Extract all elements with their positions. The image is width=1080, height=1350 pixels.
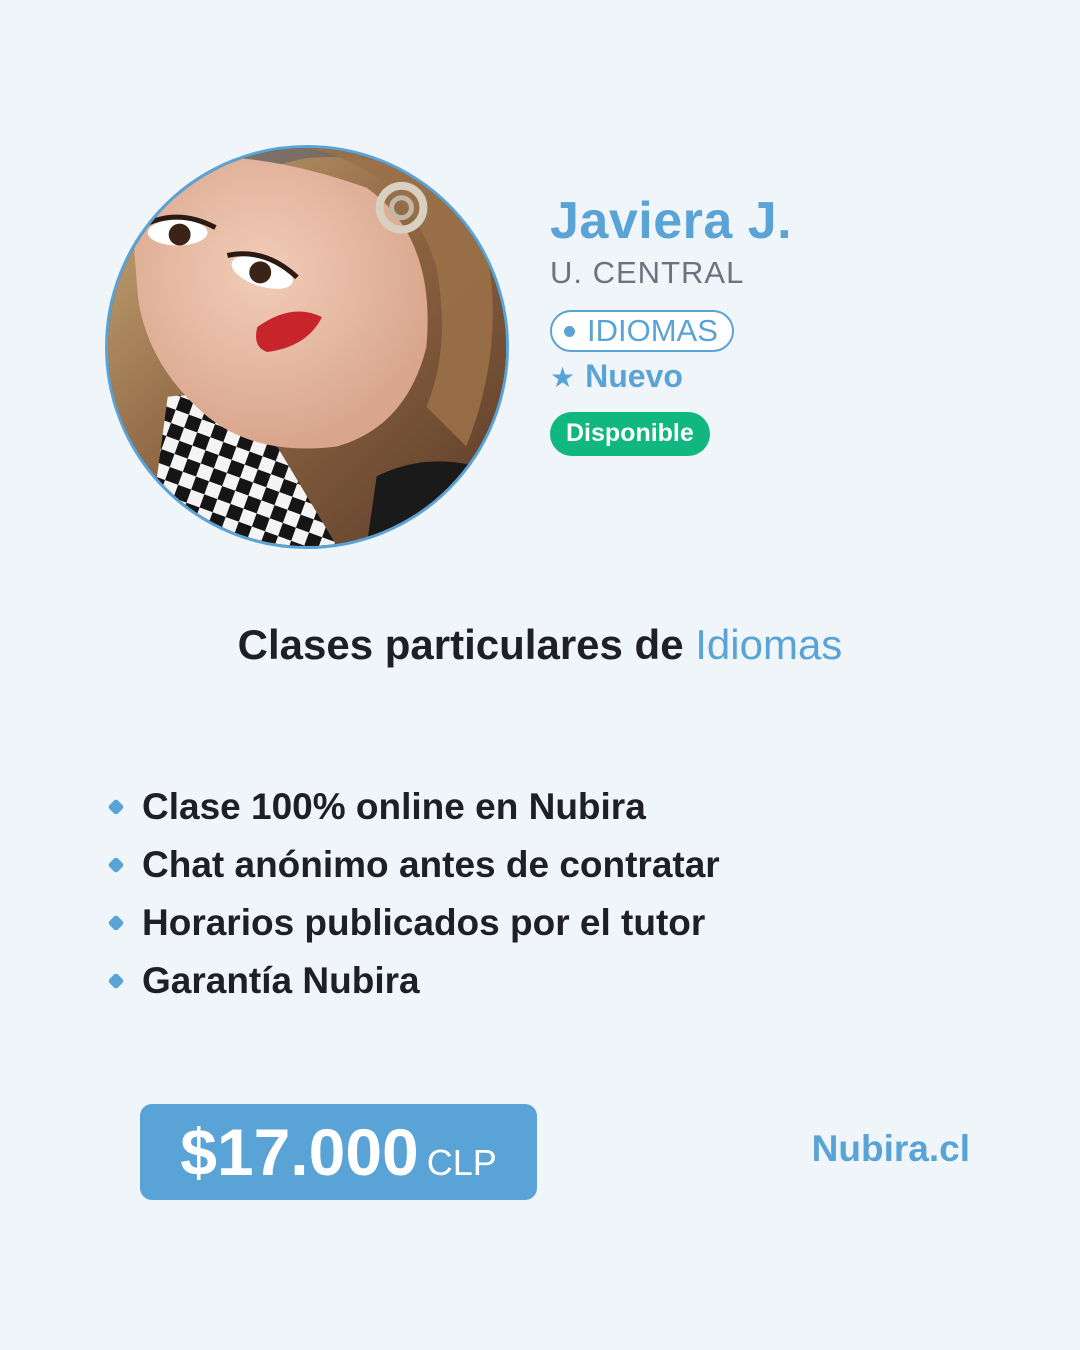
- bullet-icon: [107, 798, 125, 816]
- page-headline: Clases particulares de Idiomas: [0, 618, 1080, 672]
- feature-text: Garantía Nubira: [142, 960, 420, 1001]
- feature-item: Clase 100% online en Nubira: [107, 778, 720, 836]
- dot-icon: [564, 325, 575, 337]
- feature-text: Chat anónimo antes de contratar: [142, 844, 720, 885]
- brand-link[interactable]: Nubira.cl: [812, 1124, 970, 1174]
- price-badge: $17.000 CLP: [140, 1104, 537, 1200]
- feature-text: Horarios publicados por el tutor: [142, 902, 706, 943]
- headline-subject: Idiomas: [695, 621, 843, 668]
- feature-item: Garantía Nubira: [107, 952, 720, 1010]
- bullet-icon: [107, 972, 125, 990]
- tutor-name: Javiera J.: [550, 192, 793, 250]
- tutor-university: U. CENTRAL: [550, 255, 745, 290]
- bullet-icon: [107, 914, 125, 932]
- feature-item: Horarios publicados por el tutor: [107, 894, 720, 952]
- feature-list: Clase 100% online en Nubira Chat anónimo…: [107, 778, 720, 1010]
- bullet-icon: [107, 856, 125, 874]
- status-badge: Disponible: [550, 412, 710, 456]
- subject-tag-label: IDIOMAS: [587, 313, 718, 348]
- avatar-photo: [108, 148, 506, 546]
- headline-prefix: Clases particulares de: [237, 621, 684, 668]
- feature-item: Chat anónimo antes de contratar: [107, 836, 720, 894]
- new-indicator: ★ Nuevo: [550, 356, 792, 396]
- star-icon: ★: [550, 361, 576, 394]
- tutor-avatar: [105, 145, 509, 549]
- price-amount: $17.000: [180, 1115, 419, 1189]
- feature-text: Clase 100% online en Nubira: [142, 786, 646, 827]
- new-label: Nuevo: [585, 358, 683, 394]
- profile-info: Javiera J. U. CENTRAL IDIOMAS ★ Nuevo Di…: [550, 190, 792, 456]
- price-currency: CLP: [426, 1142, 497, 1183]
- subject-tag: IDIOMAS: [550, 310, 734, 352]
